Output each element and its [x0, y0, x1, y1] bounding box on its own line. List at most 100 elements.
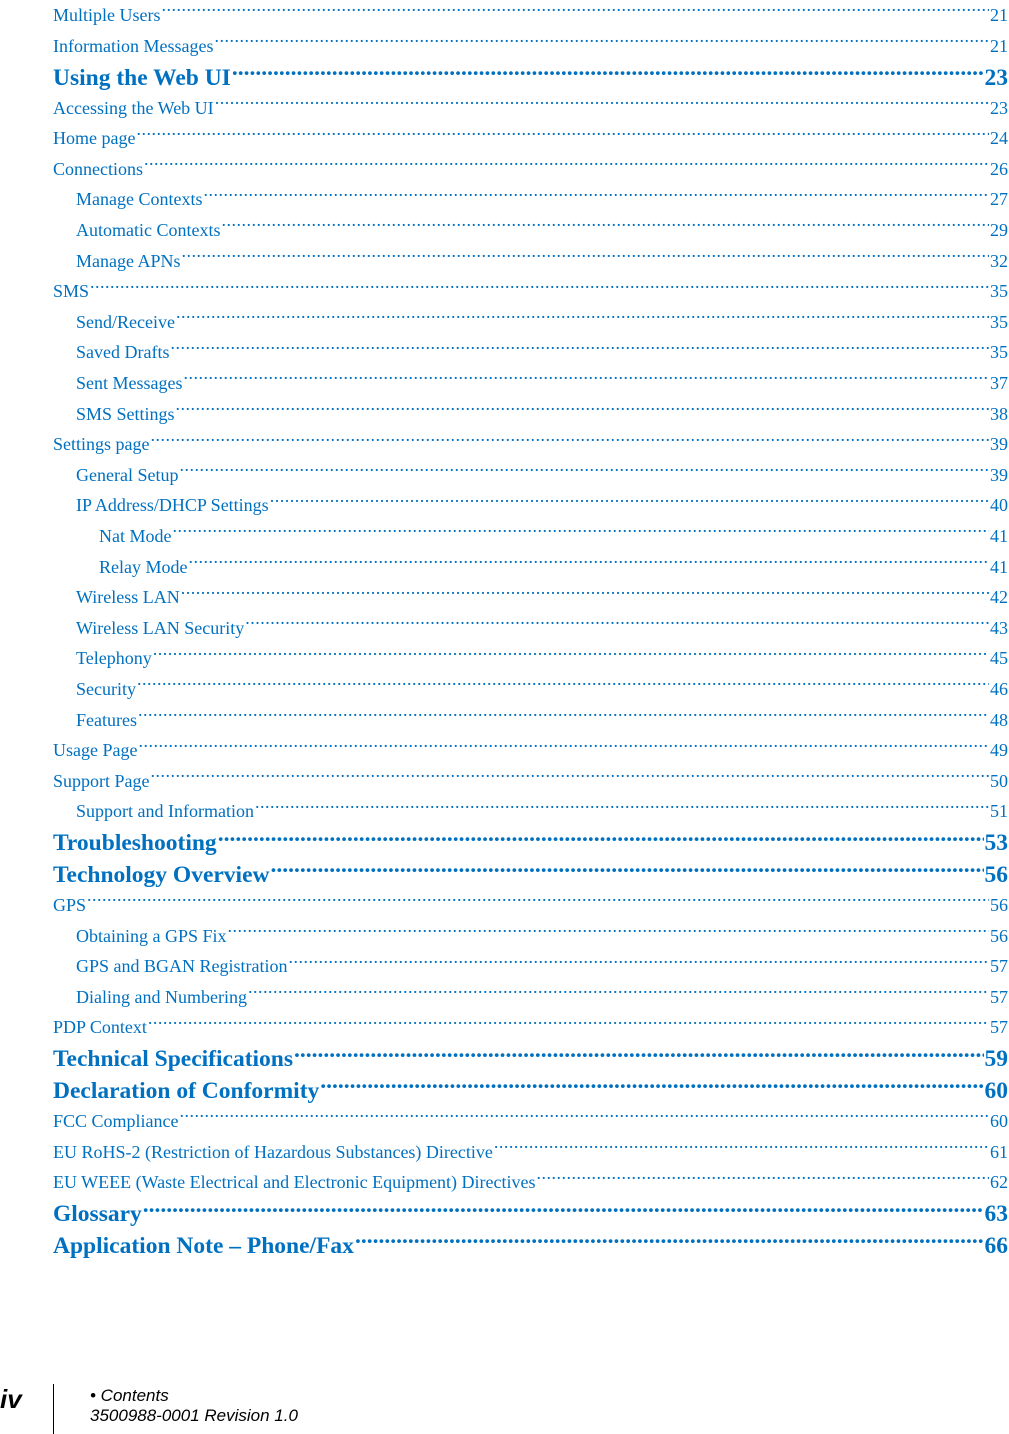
toc-entry-page: 35 — [990, 342, 1008, 363]
toc-entry-page: 53 — [984, 830, 1009, 857]
toc-entry-page: 56 — [990, 925, 1008, 946]
toc-entry[interactable]: IP Address/DHCP Settings 40 — [53, 490, 1008, 521]
footer-section: • Contents — [90, 1386, 169, 1405]
toc-entry-title: Multiple Users — [53, 5, 161, 25]
table-of-contents: Multiple Users 21 Information Messages 21 Us… — [53, 0, 1008, 1261]
toc-entry-page: 35 — [990, 311, 1008, 332]
toc-entry-page: 46 — [990, 678, 1008, 699]
toc-entry[interactable]: Multiple Users 21 — [53, 0, 1008, 31]
toc-entry-page: 45 — [990, 648, 1008, 669]
toc-entry[interactable]: Manage Contexts 27 — [53, 184, 1008, 215]
toc-entry[interactable]: EU RoHS-2 (Restriction of Hazardous Subs… — [53, 1137, 1008, 1168]
toc-entry-title: FCC Compliance — [53, 1110, 179, 1131]
toc-entry-page: 39 — [990, 464, 1008, 485]
toc-entry[interactable]: General Setup 39 — [53, 460, 1008, 491]
dot-leader — [170, 340, 989, 358]
page-footer: iv • Contents 3500988-0001 Revision 1.0 — [0, 1370, 1009, 1434]
toc-entry-title: Using the Web UI — [53, 64, 231, 91]
dot-leader — [143, 1198, 984, 1222]
dot-leader — [232, 61, 984, 85]
toc-entry-title: Usage Page — [53, 740, 138, 761]
toc-entry[interactable]: Information Messages 21 — [53, 31, 1008, 62]
toc-entry[interactable]: GPS 56 — [53, 890, 1008, 921]
toc-entry-page: 23 — [990, 97, 1008, 118]
toc-entry-title: IP Address/DHCP Settings — [76, 495, 269, 516]
toc-entry-page: 41 — [990, 526, 1008, 546]
toc-entry-title: Manage Contexts — [76, 189, 203, 210]
toc-chapter-entry[interactable]: Application Note – Phone/Fax 66 — [53, 1229, 1008, 1261]
toc-entry[interactable]: Usage Page 49 — [53, 735, 1008, 766]
toc-entry[interactable]: Settings page 39 — [53, 429, 1008, 460]
toc-entry-title: Connections — [53, 158, 143, 179]
dot-leader — [188, 555, 989, 573]
toc-entry-title: GPS and BGAN Registration — [76, 956, 288, 977]
toc-chapter-entry[interactable]: Technical Specifications 59 — [53, 1043, 1008, 1075]
toc-entry[interactable]: Dialing and Numbering 57 — [53, 982, 1008, 1013]
toc-entry-page: 42 — [990, 587, 1008, 608]
dot-leader — [218, 827, 984, 851]
toc-entry[interactable]: Connections 26 — [53, 154, 1008, 185]
toc-entry[interactable]: Sent Messages 37 — [53, 368, 1008, 399]
dot-leader — [214, 34, 989, 52]
toc-entry[interactable]: Wireless LAN Security 43 — [53, 613, 1008, 644]
footer-meta: • Contents 3500988-0001 Revision 1.0 — [90, 1386, 298, 1426]
dot-leader — [320, 1074, 983, 1098]
toc-entry-page: 63 — [984, 1201, 1009, 1228]
toc-entry[interactable]: Manage APNs 32 — [53, 246, 1008, 277]
toc-entry-title: Features — [76, 709, 137, 730]
toc-entry-title: PDP Context — [53, 1017, 147, 1038]
dot-leader — [176, 310, 989, 328]
toc-entry-page: 60 — [990, 1110, 1008, 1131]
toc-entry[interactable]: Send/Receive 35 — [53, 307, 1008, 338]
toc-entry-title: Sent Messages — [76, 373, 183, 394]
toc-entry[interactable]: FCC Compliance 60 — [53, 1106, 1008, 1137]
toc-entry-page: 41 — [990, 556, 1008, 577]
toc-entry[interactable]: EU WEEE (Waste Electrical and Electronic… — [53, 1167, 1008, 1198]
toc-chapter-entry[interactable]: Glossary 63 — [53, 1198, 1008, 1230]
dot-leader — [176, 402, 989, 420]
toc-entry[interactable]: GPS and BGAN Registration 57 — [53, 951, 1008, 982]
toc-entry-title: Wireless LAN Security — [76, 617, 245, 638]
toc-entry-title: Technical Specifications — [53, 1046, 294, 1073]
toc-entry-title: Support and Information — [76, 801, 254, 822]
toc-entry-title: Wireless LAN — [76, 587, 180, 608]
toc-entry-page: 57 — [990, 1017, 1008, 1038]
toc-entry[interactable]: SMS 35 — [53, 276, 1008, 307]
toc-entry-page: 29 — [990, 220, 1008, 241]
toc-entry-title: SMS Settings — [76, 403, 175, 424]
toc-entry-title: Saved Drafts — [76, 342, 170, 363]
toc-entry[interactable]: Support Page 50 — [53, 766, 1008, 797]
toc-entry[interactable]: Support and Information 51 — [53, 796, 1008, 827]
toc-entry-page: 60 — [984, 1077, 1009, 1104]
dot-leader — [245, 616, 989, 634]
dot-leader — [215, 96, 989, 114]
toc-entry-title: EU RoHS-2 (Restriction of Hazardous Subs… — [53, 1141, 493, 1162]
toc-entry[interactable]: Telephony 45 — [53, 643, 1008, 674]
toc-entry-page: 21 — [990, 5, 1008, 25]
toc-entry[interactable]: Obtaining a GPS Fix 56 — [53, 921, 1008, 952]
toc-entry-page: 35 — [990, 281, 1008, 302]
toc-chapter-entry[interactable]: Technology Overview 56 — [53, 858, 1008, 890]
toc-entry[interactable]: PDP Context 57 — [53, 1012, 1008, 1043]
toc-chapter-entry[interactable]: Declaration of Conformity 60 — [53, 1074, 1008, 1106]
dot-leader — [494, 1140, 989, 1158]
dot-leader — [144, 157, 989, 175]
dot-leader — [87, 893, 989, 911]
toc-entry[interactable]: Accessing the Web UI 23 — [53, 93, 1008, 124]
toc-entry[interactable]: Automatic Contexts 29 — [53, 215, 1008, 246]
toc-chapter-entry[interactable]: Using the Web UI 23 — [53, 61, 1008, 93]
toc-entry[interactable]: SMS Settings 38 — [53, 399, 1008, 430]
toc-entry[interactable]: Relay Mode 41 — [53, 552, 1008, 583]
toc-entry[interactable]: Nat Mode 41 — [53, 521, 1008, 552]
toc-entry[interactable]: Security 46 — [53, 674, 1008, 705]
toc-chapter-entry[interactable]: Troubleshooting 53 — [53, 827, 1008, 859]
toc-entry[interactable]: Saved Drafts 35 — [53, 337, 1008, 368]
dot-leader — [151, 432, 990, 450]
toc-entry[interactable]: Features 48 — [53, 705, 1008, 736]
dot-leader — [355, 1229, 984, 1253]
toc-entry[interactable]: Home page 24 — [53, 123, 1008, 154]
toc-entry-page: 26 — [990, 158, 1008, 179]
dot-leader — [270, 493, 989, 511]
toc-entry[interactable]: Wireless LAN 42 — [53, 582, 1008, 613]
dot-leader — [153, 646, 989, 664]
